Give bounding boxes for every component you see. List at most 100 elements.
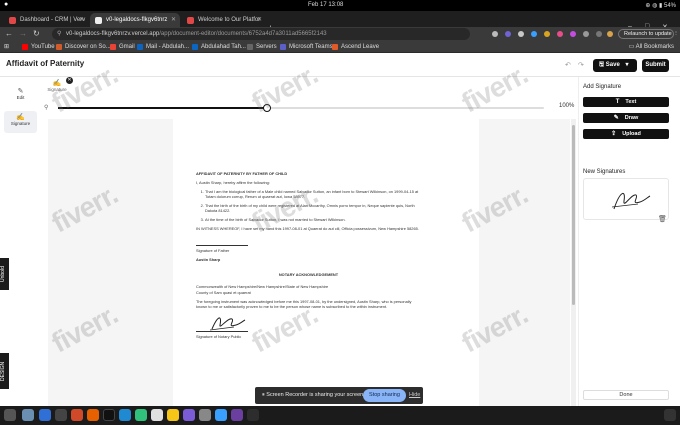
tab-label: Welcome to Our Platfor xyxy=(198,17,261,23)
zoom-icon: ⚲ xyxy=(44,105,49,111)
files-icon[interactable] xyxy=(22,409,34,421)
redo-icon[interactable]: ↷ xyxy=(578,61,584,69)
undo-icon[interactable]: ↶ xyxy=(565,61,571,69)
hide-button[interactable]: Hide xyxy=(409,387,420,404)
close-icon[interactable]: ✕ xyxy=(171,13,176,27)
tool-label: Edit xyxy=(16,95,25,100)
signature-line xyxy=(196,245,248,246)
site-info-icon[interactable]: ⚲ xyxy=(57,28,61,40)
submit-button[interactable]: Submit xyxy=(642,59,669,72)
app-grid-icon[interactable] xyxy=(4,409,16,421)
address-toolbar: ← → ↻ ⚲ v0-legaldocs-flkgv6tnrzv.vercel.… xyxy=(0,27,680,41)
close-icon[interactable]: ✕ xyxy=(257,13,262,27)
activities-icon[interactable]: ● xyxy=(4,1,8,8)
signature-panel: Add Signature T Text ✎ Draw ⇪ Upload New Si… xyxy=(578,77,680,406)
edit-icon: ✎ xyxy=(17,88,24,95)
signature-notary-label: Signature of Notary Public xyxy=(196,334,242,339)
tool-edit[interactable]: ✎ Edit xyxy=(4,85,37,107)
app-icon[interactable] xyxy=(247,409,259,421)
extension-icon[interactable] xyxy=(492,31,498,37)
add-signature-title: Add Signature xyxy=(583,84,622,90)
bookmark-label: Abdulahad Tah... xyxy=(201,44,246,50)
extension-icon[interactable] xyxy=(570,31,576,37)
side-edge-tab[interactable]: Unbold xyxy=(0,258,9,290)
linkedin-icon xyxy=(192,44,198,50)
zoom-slider-thumb[interactable] xyxy=(263,104,271,112)
scrollbar-thumb[interactable] xyxy=(572,125,575,305)
bookmark-youtube[interactable]: YouTube xyxy=(22,42,55,52)
bookmark-gmail[interactable]: Gmail xyxy=(110,42,135,52)
placed-signature[interactable] xyxy=(208,313,248,333)
bookmark-linkedin[interactable]: Abdulahad Tah... xyxy=(192,42,246,52)
extension-icon[interactable] xyxy=(557,31,563,37)
bookmark-label: Ascend Leave xyxy=(341,44,380,50)
upload-signature-button[interactable]: ⇪ Upload xyxy=(583,129,669,139)
tab-dashboard-crm[interactable]: Dashboard - CRM | Verv ✕ xyxy=(4,13,88,27)
download-icon[interactable] xyxy=(596,31,602,37)
bookmark-label: YouTube xyxy=(31,44,55,50)
close-icon[interactable]: ✕ xyxy=(79,13,84,27)
extension-icon[interactable] xyxy=(531,31,537,37)
app-icon[interactable] xyxy=(183,409,195,421)
clock[interactable]: Feb 17 13:08 xyxy=(308,2,343,8)
bookmark-teams[interactable]: Microsoft Teams xyxy=(280,42,333,52)
system-status[interactable]: ⊕ ◍ ▮ 54% xyxy=(645,2,676,9)
back-icon[interactable]: ← xyxy=(5,29,13,39)
app-icon[interactable] xyxy=(71,409,83,421)
app-icon[interactable] xyxy=(199,409,211,421)
bookmark-mail[interactable]: Mail - Abdulah... xyxy=(137,42,189,52)
bookmark-servers[interactable]: Servers xyxy=(247,42,277,52)
pen-icon: ✎ xyxy=(613,115,619,121)
firefox-icon[interactable] xyxy=(87,409,99,421)
vscode-icon[interactable] xyxy=(119,409,131,421)
delete-signature-icon[interactable]: 🗑 xyxy=(658,215,667,223)
side-edge-tab[interactable]: DESIGN xyxy=(0,353,9,389)
chrome-icon[interactable] xyxy=(167,409,179,421)
save-label: Save xyxy=(605,62,620,68)
zoom-slider[interactable] xyxy=(58,104,544,112)
tool-signature[interactable]: ✍ Signature xyxy=(4,111,37,133)
signature-tab[interactable]: ✍ Signature ✕ xyxy=(44,77,73,97)
save-button[interactable]: 🖫 Save ▾ xyxy=(593,59,637,72)
all-bookmarks[interactable]: ▭ All Bookmarks xyxy=(629,42,674,52)
close-icon[interactable]: ✕ xyxy=(66,77,73,84)
youtube-icon xyxy=(22,44,28,50)
settings-icon[interactable] xyxy=(664,409,676,421)
draw-signature-button[interactable]: ✎ Draw xyxy=(583,113,669,123)
text-signature-button[interactable]: T Text xyxy=(583,97,669,107)
chevron-down-icon[interactable]: ▾ xyxy=(625,62,628,68)
share-text: ⏸ Screen Recorder is sharing your screen… xyxy=(262,392,365,398)
terminal-icon[interactable] xyxy=(55,409,67,421)
tab-legaldocs[interactable]: v0-legaldocs-flkgv6tnrz ✕ xyxy=(90,13,180,27)
zoom-value: 100% xyxy=(559,103,575,109)
reload-icon[interactable]: ↻ xyxy=(33,29,40,39)
app-icon[interactable] xyxy=(39,409,51,421)
new-signatures-title: New Signatures xyxy=(583,169,626,175)
app-icon[interactable] xyxy=(103,409,115,421)
extension-icon[interactable] xyxy=(518,31,524,37)
done-button[interactable]: Done xyxy=(583,390,669,400)
stop-sharing-button[interactable]: Stop sharing xyxy=(363,389,406,402)
extension-icon[interactable] xyxy=(505,31,511,37)
app-icon[interactable] xyxy=(135,409,147,421)
bookmark-discover[interactable]: Discover on So... xyxy=(56,42,111,52)
relaunch-label: Relaunch to update xyxy=(624,31,672,37)
relaunch-button[interactable]: Relaunch to update ⋮ xyxy=(618,29,679,39)
url-input[interactable]: ⚲ v0-legaldocs-flkgv6tnrzv.vercel.app/ap… xyxy=(52,28,470,40)
document-page[interactable]: AFFIDAVIT OF PATERNITY BY FATHER OF CHIL… xyxy=(173,119,479,406)
app-icon[interactable] xyxy=(231,409,243,421)
avatar[interactable] xyxy=(607,31,613,37)
saved-signature-card[interactable] xyxy=(583,178,669,220)
forward-icon[interactable]: → xyxy=(19,29,27,39)
puzzle-icon[interactable] xyxy=(583,31,589,37)
apps-icon[interactable]: ⊞ xyxy=(4,42,9,52)
app-icon[interactable] xyxy=(151,409,163,421)
canvas-scrollbar[interactable] xyxy=(571,119,576,406)
text-icon: T xyxy=(615,99,620,105)
bookmark-ascend[interactable]: Ascend Leave xyxy=(332,42,379,52)
tab-welcome[interactable]: Welcome to Our Platfor ✕ xyxy=(182,13,266,27)
extension-icon[interactable] xyxy=(544,31,550,37)
app-icon[interactable] xyxy=(215,409,227,421)
bookmark-label: Mail - Abdulah... xyxy=(146,44,190,50)
witness-text: IN WITNESS WHEREOF, I have set my hand t… xyxy=(196,226,419,231)
